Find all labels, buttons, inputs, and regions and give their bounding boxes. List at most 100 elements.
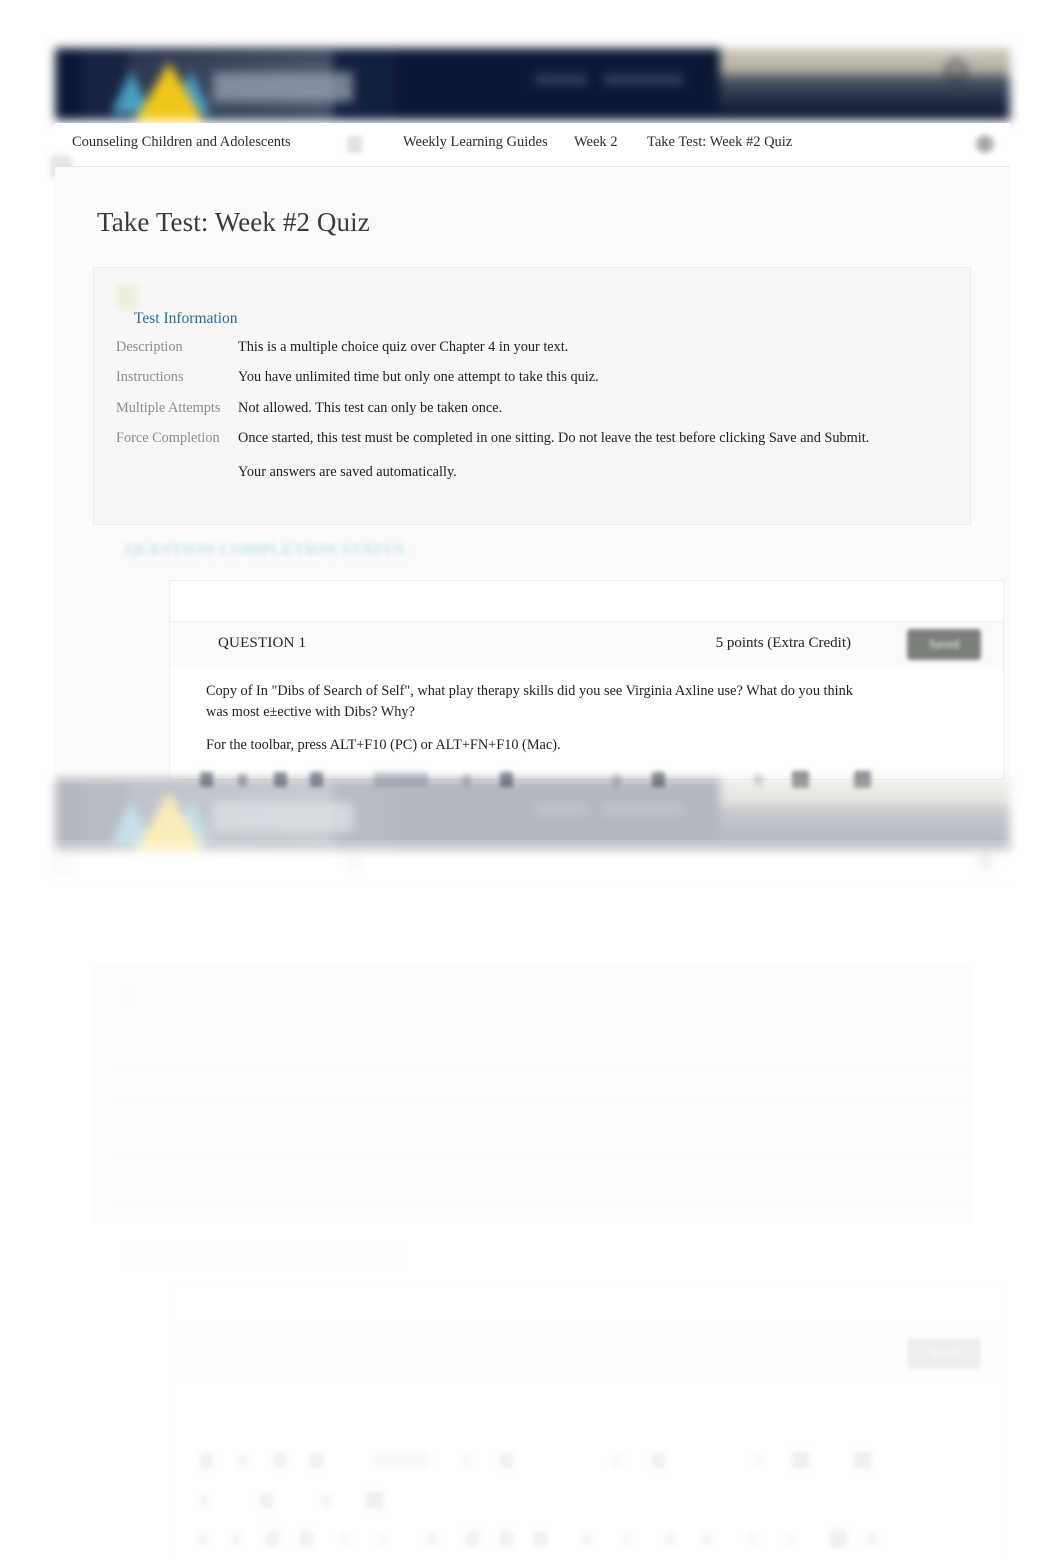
ghost-undo-icon — [300, 1531, 313, 1546]
test-information-table: Description This is a multiple choice qu… — [116, 334, 962, 489]
ghost-help-icon — [748, 1533, 757, 1545]
ghost-header-nav-item-1 — [535, 804, 587, 815]
ghost-chevron-down-icon — [462, 1455, 471, 1467]
ghost-paragraph-format-select — [374, 1453, 428, 1467]
header-nav-item-2[interactable] — [603, 74, 683, 85]
breadcrumb-item-weekly-learning-guides[interactable]: Weekly Learning Guides — [403, 134, 548, 151]
row-label-instructions: Instructions — [116, 369, 184, 386]
row-value-description: This is a multiple choice quiz over Chap… — [238, 339, 569, 355]
question-completion-status-heading: QUESTION COMPLETION STATUS — [125, 540, 405, 559]
ghost-test-information-panel — [93, 964, 971, 1222]
ghost-question-card-spacer — [170, 1285, 1003, 1325]
force-completion-text: Once started, this test must be complete… — [238, 430, 766, 447]
logo-center-triangle — [135, 62, 203, 120]
header-nav-item-1[interactable] — [535, 74, 587, 85]
ghost-copy-icon — [232, 1533, 241, 1545]
ghost-text-color-icon — [792, 1452, 809, 1469]
ghost-chevron-down-icon — [754, 1455, 763, 1467]
ghost-attachment-icon — [534, 1531, 547, 1546]
ghost-row-divider — [116, 1069, 962, 1070]
ghost-math-icon — [582, 1533, 591, 1545]
ghost-image-icon — [466, 1531, 479, 1546]
row-label-description: Description — [116, 339, 183, 355]
ghost-paste-icon — [266, 1531, 279, 1546]
ghost-breadcrumb — [55, 840, 1010, 884]
ghost-row-divider — [116, 1205, 962, 1206]
ghost-table-icon — [366, 1492, 383, 1509]
row-value-multiple-attempts: Not allowed. This test can only be taken… — [238, 399, 503, 416]
table-row: Force Completion Once started, this test… — [116, 425, 962, 489]
question-points: 5 points (Extra Credit) — [715, 635, 851, 651]
ghost-spellcheck-icon — [666, 1533, 675, 1545]
question-prompt: Copy of In "Dibs of Search of Self", wha… — [206, 683, 853, 720]
ghost-main-content: QUESTION COMPLETION STATUS Saved — [55, 884, 1010, 1561]
ghost-chevron-down-icon — [612, 1455, 621, 1467]
header-hero-image-lower — [720, 76, 1010, 120]
ghost-toolbar-row-1 — [182, 1449, 1003, 1489]
ghost-preview-icon — [786, 1533, 795, 1545]
ghost-logo-wordmark — [213, 802, 353, 832]
question-card-spacer — [170, 581, 1003, 621]
ghost-font-family-select — [500, 1453, 513, 1468]
ghost-highlight-color-icon — [854, 1452, 871, 1469]
toolbar-hint: For the toolbar, press ALT+F10 (PC) or A… — [206, 737, 561, 754]
ghost-row-divider — [116, 1157, 962, 1158]
ghost-question-header: Saved — [170, 1325, 1003, 1381]
university-logo[interactable] — [83, 52, 353, 120]
logo-wordmark — [213, 72, 353, 102]
breadcrumb-item-take-test[interactable]: Take Test: Week #2 Quiz — [647, 134, 792, 151]
row-value-instructions: You have unlimited time but only one att… — [238, 369, 599, 386]
ghost-info-icon — [116, 981, 138, 1007]
ghost-link-icon — [378, 1533, 387, 1545]
info-icon — [116, 284, 138, 310]
save-and-submit-emphasis: Save and Submit — [768, 430, 866, 447]
gear-icon[interactable] — [974, 133, 996, 155]
ghost-video-icon — [500, 1531, 513, 1546]
table-row: Instructions You have unlimited time but… — [116, 364, 962, 394]
question-block: QUESTION 1 5 points (Extra Credit) Saved… — [169, 580, 1004, 789]
breadcrumb-item-week-2[interactable]: Week 2 — [574, 134, 618, 151]
ghost-fullscreen-icon — [702, 1533, 711, 1545]
ghost-redo-icon — [340, 1533, 349, 1545]
ghost-strikethrough-icon — [310, 1453, 323, 1468]
page-title: Take Test: Week #2 Quiz — [97, 207, 370, 237]
ghost-menu-icon — [50, 852, 72, 876]
ghost-italic-icon — [238, 1455, 247, 1467]
question-number: QUESTION 1 — [218, 635, 307, 651]
ghost-question-completion-status-heading: QUESTION COMPLETION STATUS — [125, 1247, 405, 1267]
force-completion-secondary: Your answers are saved automatically. — [238, 463, 457, 480]
row-value-force-completion: Once started, this test must be complete… — [238, 425, 962, 489]
force-completion-tail: . — [865, 430, 870, 447]
ghost-bullet-list-icon — [260, 1493, 273, 1508]
institution-header-banner — [55, 48, 1010, 120]
status-badge: Saved — [907, 629, 981, 660]
test-information-heading: Test Information — [134, 310, 238, 327]
ghost-font-size-select — [652, 1453, 665, 1468]
ghost-university-logo — [83, 782, 353, 850]
breadcrumb: Counseling Children and Adolescents Week… — [55, 123, 1010, 167]
question-header: QUESTION 1 5 points (Extra Credit) Saved — [170, 621, 1003, 667]
ghost-accessibility-icon — [868, 1533, 877, 1545]
ghost-underline-icon — [274, 1453, 287, 1468]
main-content: Take Test: Week #2 Quiz Test Information… — [55, 167, 1010, 789]
take-test-page: Counseling Children and Adolescents Week… — [0, 0, 1062, 1561]
search-icon[interactable] — [946, 60, 966, 80]
ghost-status-badge: Saved — [907, 1338, 981, 1369]
ghost-gear-icon — [974, 850, 996, 872]
ghost-chevron-right-icon — [347, 853, 362, 870]
ghost-code-icon — [622, 1533, 631, 1545]
ghost-numbered-list-icon — [322, 1495, 331, 1507]
test-information-panel: Test Information Description This is a m… — [93, 267, 971, 525]
ghost-rich-text-editor-toolbar — [170, 1381, 1003, 1561]
question-body: Copy of In "Dibs of Search of Self", wha… — [170, 667, 1003, 760]
ghost-bold-icon — [200, 1453, 213, 1468]
ghost-row-divider — [116, 1101, 962, 1102]
ghost-header-nav-item-2 — [603, 804, 683, 815]
breadcrumb-item-course[interactable]: Counseling Children and Adolescents — [72, 134, 291, 151]
ghost-source-icon — [830, 1530, 847, 1547]
table-row: Multiple Attempts Not allowed. This test… — [116, 395, 962, 425]
ghost-cut-icon — [198, 1533, 207, 1545]
table-row: Description This is a multiple choice qu… — [116, 334, 962, 364]
ghost-toolbar-row-2 — [182, 1489, 1003, 1527]
ghost-unlink-icon — [428, 1533, 437, 1545]
